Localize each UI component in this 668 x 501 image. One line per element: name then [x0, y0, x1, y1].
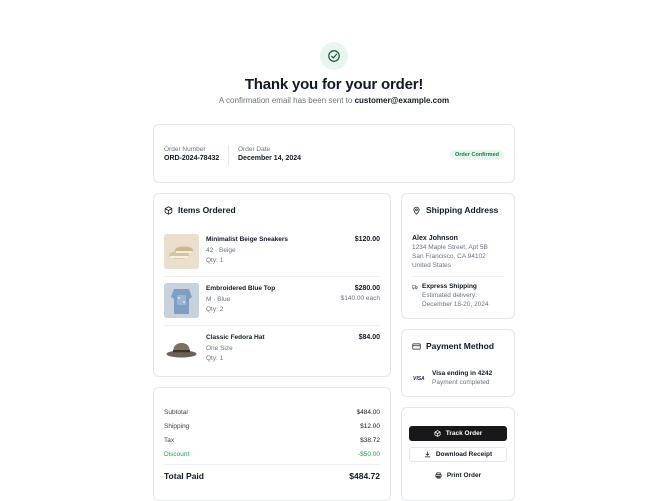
order-number-label: Order Number — [164, 146, 206, 153]
map-pin-icon — [412, 206, 421, 215]
shipping-row: Shipping $12.00 — [164, 423, 380, 430]
discount-label: Discount — [164, 451, 190, 458]
discount-row: Discount -$50.00 — [164, 451, 380, 458]
item-unit-price: $140.00 each — [340, 295, 380, 302]
item-name: Minimalist Beige Sneakers — [206, 236, 289, 243]
package-icon — [434, 430, 441, 437]
shipping-label: Shipping — [164, 423, 190, 430]
list-item[interactable]: Minimalist Beige Sneakers 42 · Beige Qty… — [164, 234, 380, 280]
subtotal-label: Subtotal — [164, 409, 188, 416]
card-description: Visa ending in 4242 — [432, 370, 493, 377]
order-summary-card: Subtotal $484.00 Shipping $12.00 Tax $38… — [153, 387, 391, 501]
item-price: $120.00 — [354, 236, 380, 243]
payment-method-title: Payment Method — [426, 341, 495, 351]
total-label: Total Paid — [164, 471, 204, 481]
items-ordered-card: Items Ordered Minimalist Beige Sneakers … — [153, 193, 391, 377]
sneakers-thumbnail — [164, 234, 199, 269]
divider — [164, 325, 380, 326]
total-value: $484.72 — [349, 471, 380, 481]
payment-method-header: Payment Method — [412, 341, 494, 351]
track-order-button[interactable]: Track Order — [409, 426, 507, 441]
item-qty: Qty: 1 — [206, 257, 224, 264]
package-icon — [164, 205, 173, 215]
address-line2: San Francisco, CA 94102 — [412, 253, 486, 260]
shipping-address-title: Shipping Address — [426, 205, 499, 215]
tax-label: Tax — [164, 437, 175, 444]
truck-icon — [412, 284, 418, 290]
subtotal-row: Subtotal $484.00 — [164, 409, 380, 416]
printer-icon — [435, 472, 442, 479]
items-ordered-title: Items Ordered — [178, 205, 236, 215]
address-line1: 1234 Maple Street, Apt 5B — [412, 244, 488, 251]
item-variant: One Size — [206, 345, 233, 352]
subtitle-text: A confirmation email has been sent to — [218, 96, 355, 105]
blue-top-thumbnail — [164, 283, 199, 318]
delivery-estimate-label: Estimated delivery: — [422, 292, 477, 299]
payment-status: Payment completed — [432, 379, 490, 386]
total-row: Total Paid $484.72 — [164, 471, 380, 481]
list-item[interactable]: Classic Fedora Hat One Size Qty: 1 $84.0… — [164, 332, 380, 378]
recipient-name: Alex Johnson — [412, 235, 458, 242]
order-info-divider — [228, 145, 229, 165]
delivery-estimate: December 18-20, 2024 — [422, 301, 489, 308]
customer-email: customer@example.com — [354, 96, 450, 105]
shipping-value: $12.00 — [360, 423, 380, 430]
success-check-icon — [320, 42, 348, 70]
status-badge: Order Confirmed — [449, 150, 504, 160]
divider — [412, 276, 504, 277]
print-order-label: Print Order — [446, 472, 482, 479]
divider — [164, 464, 380, 465]
shipping-address-header: Shipping Address — [412, 205, 498, 215]
item-name: Embroidered Blue Top — [206, 285, 276, 292]
item-variant: 42 · Beige — [206, 247, 236, 254]
download-icon — [424, 451, 431, 458]
discount-value: -$50.00 — [357, 451, 380, 458]
subtotal-value: $484.00 — [356, 409, 381, 416]
divider — [164, 276, 380, 277]
shipping-method: Express Shipping — [422, 283, 477, 290]
item-qty: Qty: 2 — [206, 306, 224, 313]
download-receipt-button[interactable]: Download Receipt — [409, 447, 507, 462]
order-number: ORD-2024-78432 — [164, 155, 220, 162]
address-country: United States — [412, 262, 452, 269]
order-date-label: Order Date — [238, 146, 271, 153]
track-order-label: Track Order — [445, 430, 483, 437]
tax-value: $38.72 — [360, 437, 380, 444]
item-price: $280.00 — [354, 285, 380, 292]
download-receipt-label: Download Receipt — [435, 451, 493, 458]
item-qty: Qty: 1 — [206, 355, 224, 362]
payment-method-card: Payment Method VISA Visa ending in 4242 … — [401, 329, 515, 397]
credit-card-icon — [412, 342, 421, 351]
item-price: $84.00 — [358, 334, 380, 341]
page-title: Thank you for your order! — [244, 76, 424, 93]
items-ordered-header: Items Ordered — [164, 205, 236, 215]
order-info-card: Order Number ORD-2024-78432 Order Date D… — [153, 124, 515, 183]
confirmation-subtitle: A confirmation email has been sent to cu… — [0, 96, 668, 105]
print-order-button[interactable]: Print Order — [409, 468, 507, 483]
shipping-address-card: Shipping Address Alex Johnson 1234 Maple… — [401, 193, 515, 319]
fedora-thumbnail — [164, 332, 199, 367]
visa-logo: VISA — [413, 376, 425, 382]
tax-row: Tax $38.72 — [164, 437, 380, 444]
item-name: Classic Fedora Hat — [206, 334, 265, 341]
order-date: December 14, 2024 — [238, 155, 302, 162]
list-item[interactable]: Embroidered Blue Top M · Blue Qty: 2 $28… — [164, 283, 380, 329]
item-variant: M · Blue — [206, 296, 231, 303]
actions-card: Track Order Download Receipt Print Order — [401, 407, 515, 501]
